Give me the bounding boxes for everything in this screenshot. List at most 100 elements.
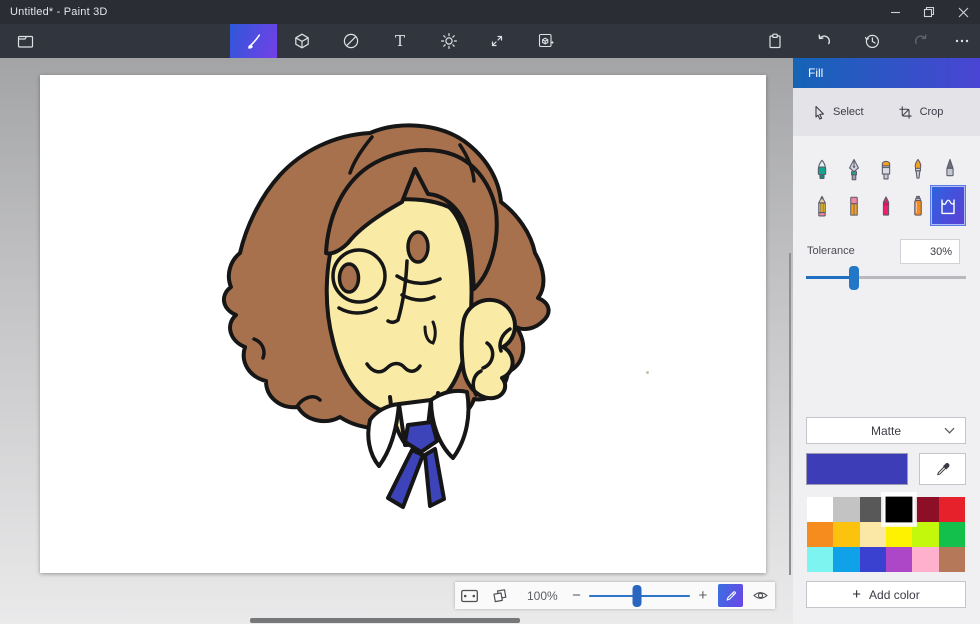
redo-button[interactable] xyxy=(901,24,941,58)
panel-header: Fill xyxy=(793,58,980,88)
tab-brushes[interactable] xyxy=(230,24,277,58)
multi-view-button[interactable] xyxy=(485,588,515,604)
brush-tool-fill[interactable] xyxy=(931,186,965,225)
color-swatch[interactable] xyxy=(860,547,886,572)
window-controls xyxy=(878,0,980,24)
pages-icon xyxy=(491,588,508,604)
undo-icon xyxy=(815,32,833,50)
brush-tool-calligraphy[interactable] xyxy=(838,151,870,188)
tab-3d-library[interactable] xyxy=(526,24,566,58)
paste-button[interactable] xyxy=(755,24,795,58)
brush-tool-pixel-pen[interactable] xyxy=(934,151,966,188)
color-swatch[interactable] xyxy=(886,522,912,547)
tab-3d-shapes[interactable] xyxy=(282,24,322,58)
color-swatch[interactable] xyxy=(939,497,965,522)
tab-effects[interactable] xyxy=(429,24,469,58)
tolerance-slider[interactable] xyxy=(806,276,966,279)
oil-brush-icon xyxy=(875,157,897,183)
text-icon: T xyxy=(391,32,409,50)
finish-dropdown[interactable]: Matte xyxy=(806,417,966,444)
eyedropper-button[interactable] xyxy=(919,453,966,485)
brush-tool-eraser[interactable] xyxy=(838,188,870,225)
restore-button[interactable] xyxy=(912,0,946,24)
minimize-button[interactable] xyxy=(878,0,912,24)
color-swatch[interactable] xyxy=(807,522,833,547)
color-swatch[interactable] xyxy=(939,547,965,572)
side-panel: Fill Select Crop xyxy=(793,58,980,624)
window-title: Untitled* - Paint 3D xyxy=(0,6,108,18)
expand-menu-button[interactable] xyxy=(5,24,45,58)
tolerance-input[interactable]: 30% xyxy=(900,239,960,264)
resize-icon xyxy=(488,32,506,50)
tab-canvas[interactable] xyxy=(477,24,517,58)
workspace: 100% − + xyxy=(0,58,793,624)
tab-text[interactable]: T xyxy=(380,24,420,58)
add-color-label: Add color xyxy=(869,588,920,602)
pointer-icon xyxy=(813,105,826,120)
color-swatch[interactable] xyxy=(884,496,913,524)
color-swatch[interactable] xyxy=(912,522,938,547)
panel-scrollbar[interactable] xyxy=(789,253,791,575)
tolerance-label: Tolerance xyxy=(807,245,855,257)
view-mode-toggle[interactable] xyxy=(745,589,775,602)
color-swatch[interactable] xyxy=(860,497,886,522)
sun-icon xyxy=(440,32,458,50)
color-swatch[interactable] xyxy=(912,547,938,572)
brush-tool-crayon[interactable] xyxy=(870,188,902,225)
undo-button[interactable] xyxy=(804,24,844,58)
color-swatch[interactable] xyxy=(833,497,859,522)
left-iris xyxy=(340,264,359,292)
horizontal-scrollbar[interactable] xyxy=(250,618,520,623)
brush-tool-watercolor[interactable] xyxy=(902,151,934,188)
color-swatch[interactable] xyxy=(912,497,938,522)
finish-value: Matte xyxy=(871,424,901,438)
zoom-slider-thumb[interactable] xyxy=(632,585,641,607)
tolerance-slider-thumb[interactable] xyxy=(849,266,859,290)
color-swatch[interactable] xyxy=(807,547,833,572)
zoom-level: 100% xyxy=(514,589,563,603)
right-iris xyxy=(408,232,428,262)
brush-tool-pencil[interactable] xyxy=(806,188,838,225)
marker-icon xyxy=(811,157,833,183)
zoom-in-button[interactable]: + xyxy=(690,587,716,604)
pixel-pen-icon xyxy=(939,157,961,183)
fit-to-view-button[interactable] xyxy=(455,588,485,604)
select-label: Select xyxy=(833,106,864,118)
crop-label: Crop xyxy=(920,106,944,118)
color-swatch[interactable] xyxy=(860,522,886,547)
tolerance-value: 30% xyxy=(930,246,959,258)
select-crop-bar: Select Crop xyxy=(793,88,980,136)
draw-mode-toggle[interactable] xyxy=(718,584,744,607)
tab-stickers[interactable] xyxy=(331,24,371,58)
color-swatch[interactable] xyxy=(807,497,833,522)
add-color-button[interactable]: + Add color xyxy=(806,581,966,608)
drawing-canvas[interactable] xyxy=(40,75,766,573)
eyedropper-icon xyxy=(935,462,950,477)
brush-tool-marker[interactable] xyxy=(806,151,838,188)
color-swatch[interactable] xyxy=(939,522,965,547)
color-swatch[interactable] xyxy=(833,522,859,547)
svg-text:T: T xyxy=(395,32,405,50)
plus-icon: + xyxy=(852,586,861,603)
calligraphy-pen-icon xyxy=(843,157,865,183)
color-swatch[interactable] xyxy=(886,547,912,572)
eye-icon xyxy=(752,589,769,602)
zoom-out-button[interactable]: − xyxy=(564,587,590,604)
crop-icon xyxy=(898,105,913,120)
zoom-bar: 100% − + xyxy=(455,582,775,609)
current-color-swatch[interactable] xyxy=(806,453,908,485)
more-icon xyxy=(953,32,971,50)
history-button[interactable] xyxy=(852,24,892,58)
brush-tool-spray[interactable] xyxy=(902,188,934,225)
select-button[interactable]: Select xyxy=(813,105,864,120)
brush-tool-oil[interactable] xyxy=(870,151,902,188)
close-button[interactable] xyxy=(946,0,980,24)
ear-shape xyxy=(462,300,515,398)
more-options-button[interactable] xyxy=(942,24,980,58)
zoom-slider[interactable] xyxy=(589,595,690,597)
crop-button[interactable]: Crop xyxy=(898,105,944,120)
stray-paint-dot xyxy=(646,371,649,374)
crayon-icon xyxy=(875,194,897,220)
color-swatch[interactable] xyxy=(833,547,859,572)
history-icon xyxy=(863,32,881,50)
